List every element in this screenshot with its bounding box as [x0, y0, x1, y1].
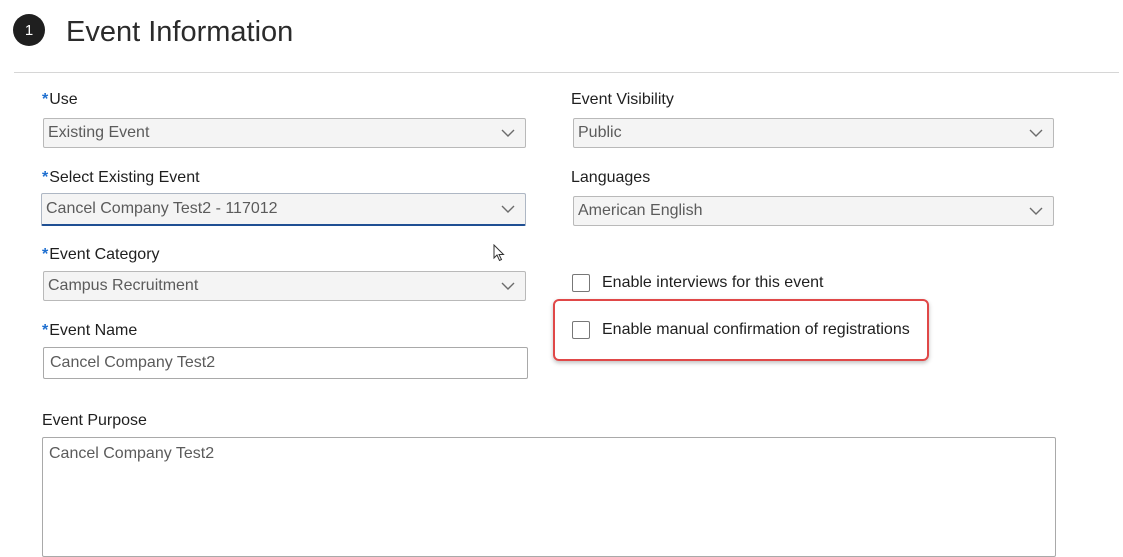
select-existing-event-label: *Select Existing Event — [42, 168, 200, 188]
event-name-label-text: Event Name — [49, 322, 138, 339]
use-select[interactable]: Existing Event — [43, 118, 526, 148]
enable-interviews-checkbox[interactable] — [572, 274, 590, 292]
section-divider — [14, 72, 1119, 73]
required-mark: * — [42, 322, 49, 339]
chevron-down-icon — [501, 282, 515, 290]
select-existing-event-value: Cancel Company Test2 - 117012 — [46, 200, 278, 217]
chevron-down-icon — [1029, 129, 1043, 137]
languages-label: Languages — [571, 169, 651, 186]
event-name-value: Cancel Company Test2 — [50, 354, 216, 371]
enable-interviews-label: Enable interviews for this event — [602, 274, 824, 291]
select-existing-event-label-text: Select Existing Event — [49, 169, 200, 186]
event-visibility-select[interactable]: Public — [573, 118, 1054, 148]
event-purpose-textarea[interactable]: Cancel Company Test2 — [42, 437, 1056, 557]
event-category-label: *Event Category — [42, 245, 160, 265]
event-visibility-value: Public — [578, 124, 622, 141]
event-name-label: *Event Name — [42, 321, 137, 341]
event-visibility-label: Event Visibility — [571, 91, 674, 108]
use-select-value: Existing Event — [48, 124, 150, 141]
languages-select[interactable]: American English — [573, 196, 1054, 226]
event-purpose-value: Cancel Company Test2 — [49, 445, 215, 462]
event-category-select[interactable]: Campus Recruitment — [43, 271, 526, 301]
required-mark: * — [42, 246, 49, 263]
languages-value: American English — [578, 202, 703, 219]
step-number-badge: 1 — [13, 14, 45, 46]
event-name-input[interactable]: Cancel Company Test2 — [43, 347, 528, 379]
chevron-down-icon — [1029, 207, 1043, 215]
event-purpose-label: Event Purpose — [42, 412, 147, 429]
chevron-down-icon — [501, 205, 515, 213]
use-label-text: Use — [49, 91, 78, 108]
required-mark: * — [42, 169, 49, 186]
enable-manual-confirmation-checkbox[interactable] — [572, 321, 590, 339]
event-category-value: Campus Recruitment — [48, 277, 199, 294]
enable-interviews-row[interactable]: Enable interviews for this event — [572, 274, 823, 292]
section-title: Event Information — [66, 16, 294, 48]
enable-manual-confirmation-label: Enable manual confirmation of registrati… — [602, 321, 910, 338]
select-existing-event-select[interactable]: Cancel Company Test2 - 117012 — [41, 193, 526, 226]
enable-manual-confirmation-row[interactable]: Enable manual confirmation of registrati… — [572, 321, 910, 339]
mouse-cursor-icon — [493, 244, 505, 262]
required-mark: * — [42, 91, 49, 108]
chevron-down-icon — [501, 129, 515, 137]
use-label: *Use — [42, 90, 78, 110]
event-category-label-text: Event Category — [49, 246, 160, 263]
